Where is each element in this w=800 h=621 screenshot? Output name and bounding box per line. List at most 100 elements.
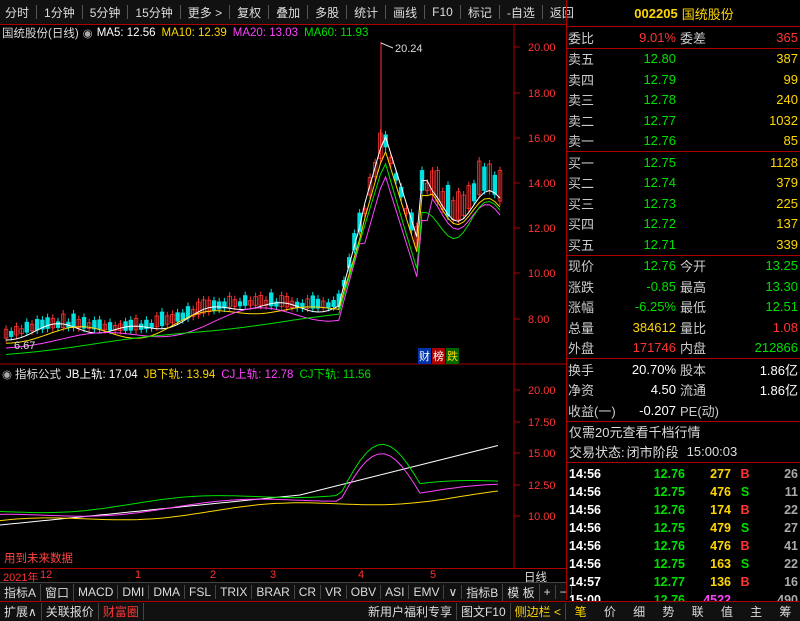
- panel-switch-button[interactable]: 主: [750, 603, 762, 620]
- badge-finance[interactable]: 财: [418, 348, 431, 364]
- indicator-tab[interactable]: DMA: [149, 585, 186, 599]
- ma-line: [5, 175, 501, 349]
- fundamental-stats: 换手 20.70% 股本 1.86亿 净资 4.50 流通 1.86亿 收益(一) -0.207 P…: [567, 359, 800, 421]
- tool-button[interactable]: 复权: [232, 4, 266, 21]
- period-tabs: 分时 1分钟 5分钟 15分钟 更多 >: [0, 4, 227, 21]
- order-book-row: 卖二 12.77 1032: [567, 110, 800, 131]
- stat-value: 1.86亿: [759, 383, 798, 399]
- status-right-item[interactable]: 图文F10: [457, 603, 511, 620]
- indicator-tab[interactable]: FSL: [185, 585, 217, 599]
- indicator-tab[interactable]: 指标A: [0, 583, 42, 601]
- ma-legend: MA5: 12.56 MA10: 12.39 MA20: 13.03 MA60: 11…: [97, 27, 375, 39]
- panel-switch-button[interactable]: 筹: [779, 603, 791, 620]
- indicator-tab[interactable]: 模 板: [503, 583, 540, 601]
- stat-label: 最低: [680, 300, 707, 316]
- indicator-tab[interactable]: 指标B: [462, 583, 504, 601]
- indicator-tab[interactable]: 窗口: [41, 583, 75, 601]
- stat-row: 收益(一) -0.207 PE(动): [567, 400, 800, 421]
- indicator-title: 指标公式: [15, 369, 62, 381]
- chevron-down-icon[interactable]: ◉: [83, 26, 93, 40]
- status-right-item[interactable]: 侧边栏 <: [511, 603, 566, 620]
- divider: [229, 5, 231, 19]
- tool-button[interactable]: 多股: [310, 4, 344, 21]
- indicator-tab[interactable]: DMI: [118, 585, 150, 599]
- panel-switch-button[interactable]: 细: [633, 603, 645, 620]
- price-tick-label: 14.00: [528, 178, 556, 190]
- tick-direction: S: [740, 520, 750, 535]
- price-tick-label: 10.00: [528, 268, 556, 280]
- panel-switch-button[interactable]: 笔: [575, 603, 587, 620]
- panel-switch-button[interactable]: 联: [692, 603, 704, 620]
- indicator-tab[interactable]: VR: [321, 585, 347, 599]
- stat-label: 最高: [680, 279, 707, 295]
- indicator-chart[interactable]: 20.00 17.50 15.00 12.50 10.00: [0, 365, 566, 568]
- settings-icon[interactable]: ◉: [2, 367, 12, 381]
- candle-body: [242, 295, 248, 306]
- future-data-note: 用到未来数据: [4, 553, 73, 565]
- status-left-item[interactable]: 关联报价: [42, 603, 99, 620]
- stat-value: -6.25%: [634, 299, 676, 315]
- candle-body: [211, 300, 217, 311]
- stat-label: 今开: [680, 259, 707, 275]
- indicator-tab[interactable]: ASI: [381, 585, 410, 599]
- period-tab[interactable]: 更多 >: [183, 4, 227, 21]
- indicator-tab[interactable]: +: [540, 585, 556, 599]
- promo-link[interactable]: 仅需20元查看千档行情: [567, 422, 800, 442]
- divider: [385, 5, 387, 19]
- stat-value: 1.86亿: [759, 362, 798, 378]
- level-price: 12.73: [643, 195, 676, 211]
- tool-button[interactable]: 画线: [388, 4, 422, 21]
- stat-row: 现价 12.76 今开 13.25: [567, 256, 800, 277]
- tick-price: 12.75: [653, 484, 685, 499]
- panel-switch-button[interactable]: 势: [662, 603, 674, 620]
- status-left-item[interactable]: 扩展∧: [0, 603, 42, 620]
- level-label: 卖三: [568, 93, 595, 109]
- tool-button[interactable]: F10: [427, 5, 458, 19]
- tick-volume: 476: [710, 484, 731, 499]
- candle-body: [8, 330, 14, 337]
- level-label: 卖二: [568, 113, 595, 129]
- candle-body: [331, 300, 336, 308]
- panel-switch-button[interactable]: 值: [721, 603, 733, 620]
- indicator-label: JB下轨: 13.94: [143, 369, 216, 381]
- stat-value: 12.51: [765, 299, 798, 315]
- level-price: 12.76: [643, 133, 676, 149]
- period-tab[interactable]: 分时: [0, 4, 34, 21]
- indicator-tab[interactable]: EMV: [409, 585, 445, 599]
- status-left-item[interactable]: 财富圈: [99, 603, 144, 620]
- indicator-tab[interactable]: TRIX: [216, 585, 253, 599]
- indicator-tick-label: 10.00: [528, 511, 556, 523]
- period-tab[interactable]: 1分钟: [39, 4, 80, 21]
- tool-button[interactable]: 统计: [349, 4, 383, 21]
- candle-body: [128, 319, 133, 331]
- tool-button[interactable]: 标记: [463, 4, 497, 21]
- badge-rank[interactable]: 榜: [432, 348, 445, 364]
- indicator-tab[interactable]: MACD: [74, 585, 119, 599]
- ma-label: MA5: 12.56: [96, 27, 156, 39]
- indicator-tab[interactable]: ∨: [444, 585, 463, 599]
- tick-volume: 476: [710, 538, 731, 553]
- tick-volume: 174: [710, 502, 731, 517]
- level-label: 卖四: [568, 72, 595, 88]
- status-right-item[interactable]: 新用户福利专享: [364, 603, 457, 620]
- tick-count: 11: [784, 484, 798, 499]
- stat-label: 净资: [568, 383, 595, 399]
- tool-button[interactable]: 叠加: [271, 4, 305, 21]
- weibi-label: 委比: [568, 30, 595, 46]
- weicha-label: 委差: [680, 30, 707, 46]
- stat-value: 13.25: [765, 258, 798, 274]
- panel-switch-button[interactable]: 价: [604, 603, 616, 620]
- indicator-tab[interactable]: CR: [295, 585, 322, 599]
- period-tab[interactable]: 5分钟: [85, 4, 126, 21]
- candle-body: [237, 301, 243, 307]
- candle-body: [216, 301, 222, 310]
- level-price: 12.78: [643, 92, 676, 108]
- kline-chart[interactable]: 20.00 18.00 16.00 14.00 12.00 10.00 8.00 20.24…: [0, 25, 566, 365]
- indicator-tab[interactable]: BRAR: [252, 585, 295, 599]
- order-book-row: 卖四 12.79 99: [567, 69, 800, 90]
- candle-body: [55, 321, 61, 328]
- tool-button[interactable]: -自选: [502, 4, 540, 21]
- period-tab[interactable]: 15分钟: [130, 4, 177, 21]
- indicator-tab[interactable]: OBV: [347, 585, 382, 599]
- badge-drop[interactable]: 跌: [446, 348, 459, 364]
